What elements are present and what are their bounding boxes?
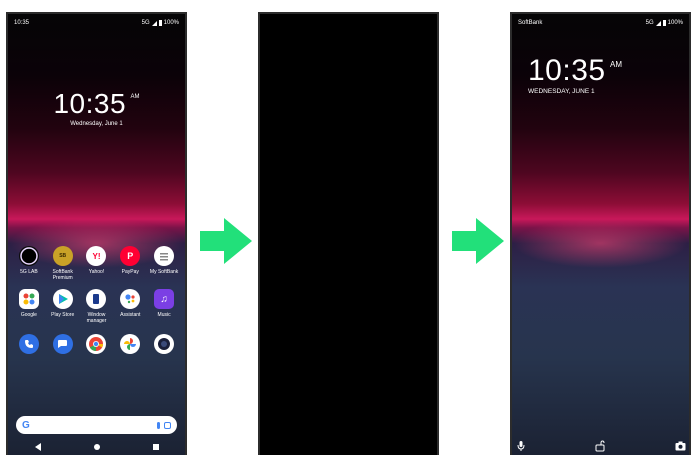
window-manager-icon — [86, 289, 107, 309]
photos-icon — [120, 334, 141, 354]
app-row: 5G LAB SB SoftBank Premium Y! Yahoo! P P… — [12, 246, 181, 281]
clock-time: 10:35 — [53, 88, 127, 119]
app-photos[interactable] — [113, 334, 147, 354]
google-search-bar[interactable]: G — [16, 416, 177, 434]
camera-icon — [154, 334, 175, 354]
yahoo-icon: Y! — [86, 246, 107, 266]
app-label: Yahoo! — [88, 269, 105, 275]
phone-icon — [18, 334, 39, 354]
play-store-icon — [52, 289, 73, 309]
lock-shortcuts — [517, 439, 686, 453]
battery-percent: 100% — [667, 20, 683, 26]
recents-button-icon[interactable] — [152, 444, 159, 450]
app-label: Music — [157, 312, 171, 318]
network-label: 5G — [645, 20, 654, 26]
battery-icon — [662, 20, 666, 26]
app-label: Play Store — [51, 312, 75, 318]
status-time: 10:35 — [14, 20, 30, 26]
app-label: PayPay — [121, 269, 139, 275]
dock-row — [12, 334, 181, 354]
app-messages[interactable] — [46, 334, 80, 354]
lock-clock: 10:35 AM WEDNESDAY, JUNE 1 — [528, 54, 622, 95]
next-step-arrow-icon — [452, 218, 504, 264]
carrier-label: SoftBank — [518, 20, 543, 26]
signal-icon — [151, 20, 157, 26]
app-paypay[interactable]: P PayPay — [113, 246, 147, 281]
app-yahoo[interactable]: Y! Yahoo! — [80, 246, 114, 281]
app-play-store[interactable]: Play Store — [46, 289, 80, 324]
google-logo-icon: G — [22, 419, 30, 431]
app-label: 5G LAB — [20, 269, 38, 275]
app-music[interactable]: ♫ Music — [147, 289, 181, 324]
app-chrome[interactable] — [80, 334, 114, 354]
app-label: Assistant — [120, 312, 141, 318]
app-grid: 5G LAB SB SoftBank Premium Y! Yahoo! P P… — [12, 246, 181, 362]
voice-assist-icon[interactable] — [517, 441, 525, 451]
google-folder-icon — [18, 289, 39, 309]
chrome-icon — [86, 334, 107, 354]
clock-ampm: AM — [130, 94, 140, 100]
camera-shortcut-icon[interactable] — [675, 441, 686, 451]
assistant-icon — [120, 289, 141, 309]
clock-date: Wednesday, June 1 — [70, 121, 123, 127]
app-5g-lab[interactable]: 5G LAB — [12, 246, 46, 281]
home-button-icon[interactable] — [93, 444, 100, 450]
app-row: Google Play Store Window manager Assista… — [12, 289, 181, 324]
unlock-icon[interactable] — [595, 440, 605, 452]
status-icons: 5G 100% — [142, 20, 179, 26]
network-label: 5G — [141, 20, 150, 26]
app-my-softbank[interactable]: My SoftBank — [147, 246, 181, 281]
clock-date: WEDNESDAY, JUNE 1 — [528, 88, 595, 95]
lock-screen-phone: SoftBank 5G 100% 10:35 AM WEDNESDAY, JUN… — [510, 12, 691, 455]
clock-time: 10:35 — [528, 54, 606, 87]
app-label: SoftBank Premium — [52, 269, 73, 281]
signal-icon — [655, 20, 661, 26]
app-google-folder[interactable]: Google — [12, 289, 46, 324]
lens-icon[interactable] — [164, 421, 171, 429]
app-label: Google — [20, 312, 37, 318]
battery-icon — [158, 20, 162, 26]
paypay-icon: P — [120, 246, 141, 266]
softbank-premium-icon: SB — [52, 246, 73, 266]
navigation-bar — [8, 439, 185, 455]
app-label: My SoftBank — [149, 269, 179, 275]
my-softbank-icon — [154, 246, 175, 266]
app-window-manager[interactable]: Window manager — [80, 289, 114, 324]
app-label: Window manager — [86, 312, 107, 324]
screen-off-phone — [258, 12, 439, 455]
back-button-icon[interactable] — [34, 443, 41, 451]
status-icons: 5G 100% — [646, 20, 683, 26]
battery-percent: 100% — [163, 20, 179, 26]
music-icon: ♫ — [154, 289, 175, 309]
app-phone[interactable] — [12, 334, 46, 354]
5g-lab-icon — [18, 246, 39, 266]
next-step-arrow-icon — [200, 218, 252, 264]
app-assistant[interactable]: Assistant — [113, 289, 147, 324]
app-camera[interactable] — [147, 334, 181, 354]
wallpaper — [8, 14, 185, 455]
status-bar: SoftBank 5G 100% — [518, 17, 683, 29]
app-softbank-premium[interactable]: SB SoftBank Premium — [46, 246, 80, 281]
mic-icon[interactable] — [157, 421, 160, 429]
clock-widget[interactable]: 10:35 AM Wednesday, June 1 — [8, 88, 185, 127]
clock-ampm: AM — [610, 60, 623, 69]
status-bar: 10:35 5G 100% — [14, 17, 179, 29]
home-screen-phone: 10:35 5G 100% 10:35 AM Wednesday, June 1… — [6, 12, 187, 455]
messages-icon — [52, 334, 73, 354]
